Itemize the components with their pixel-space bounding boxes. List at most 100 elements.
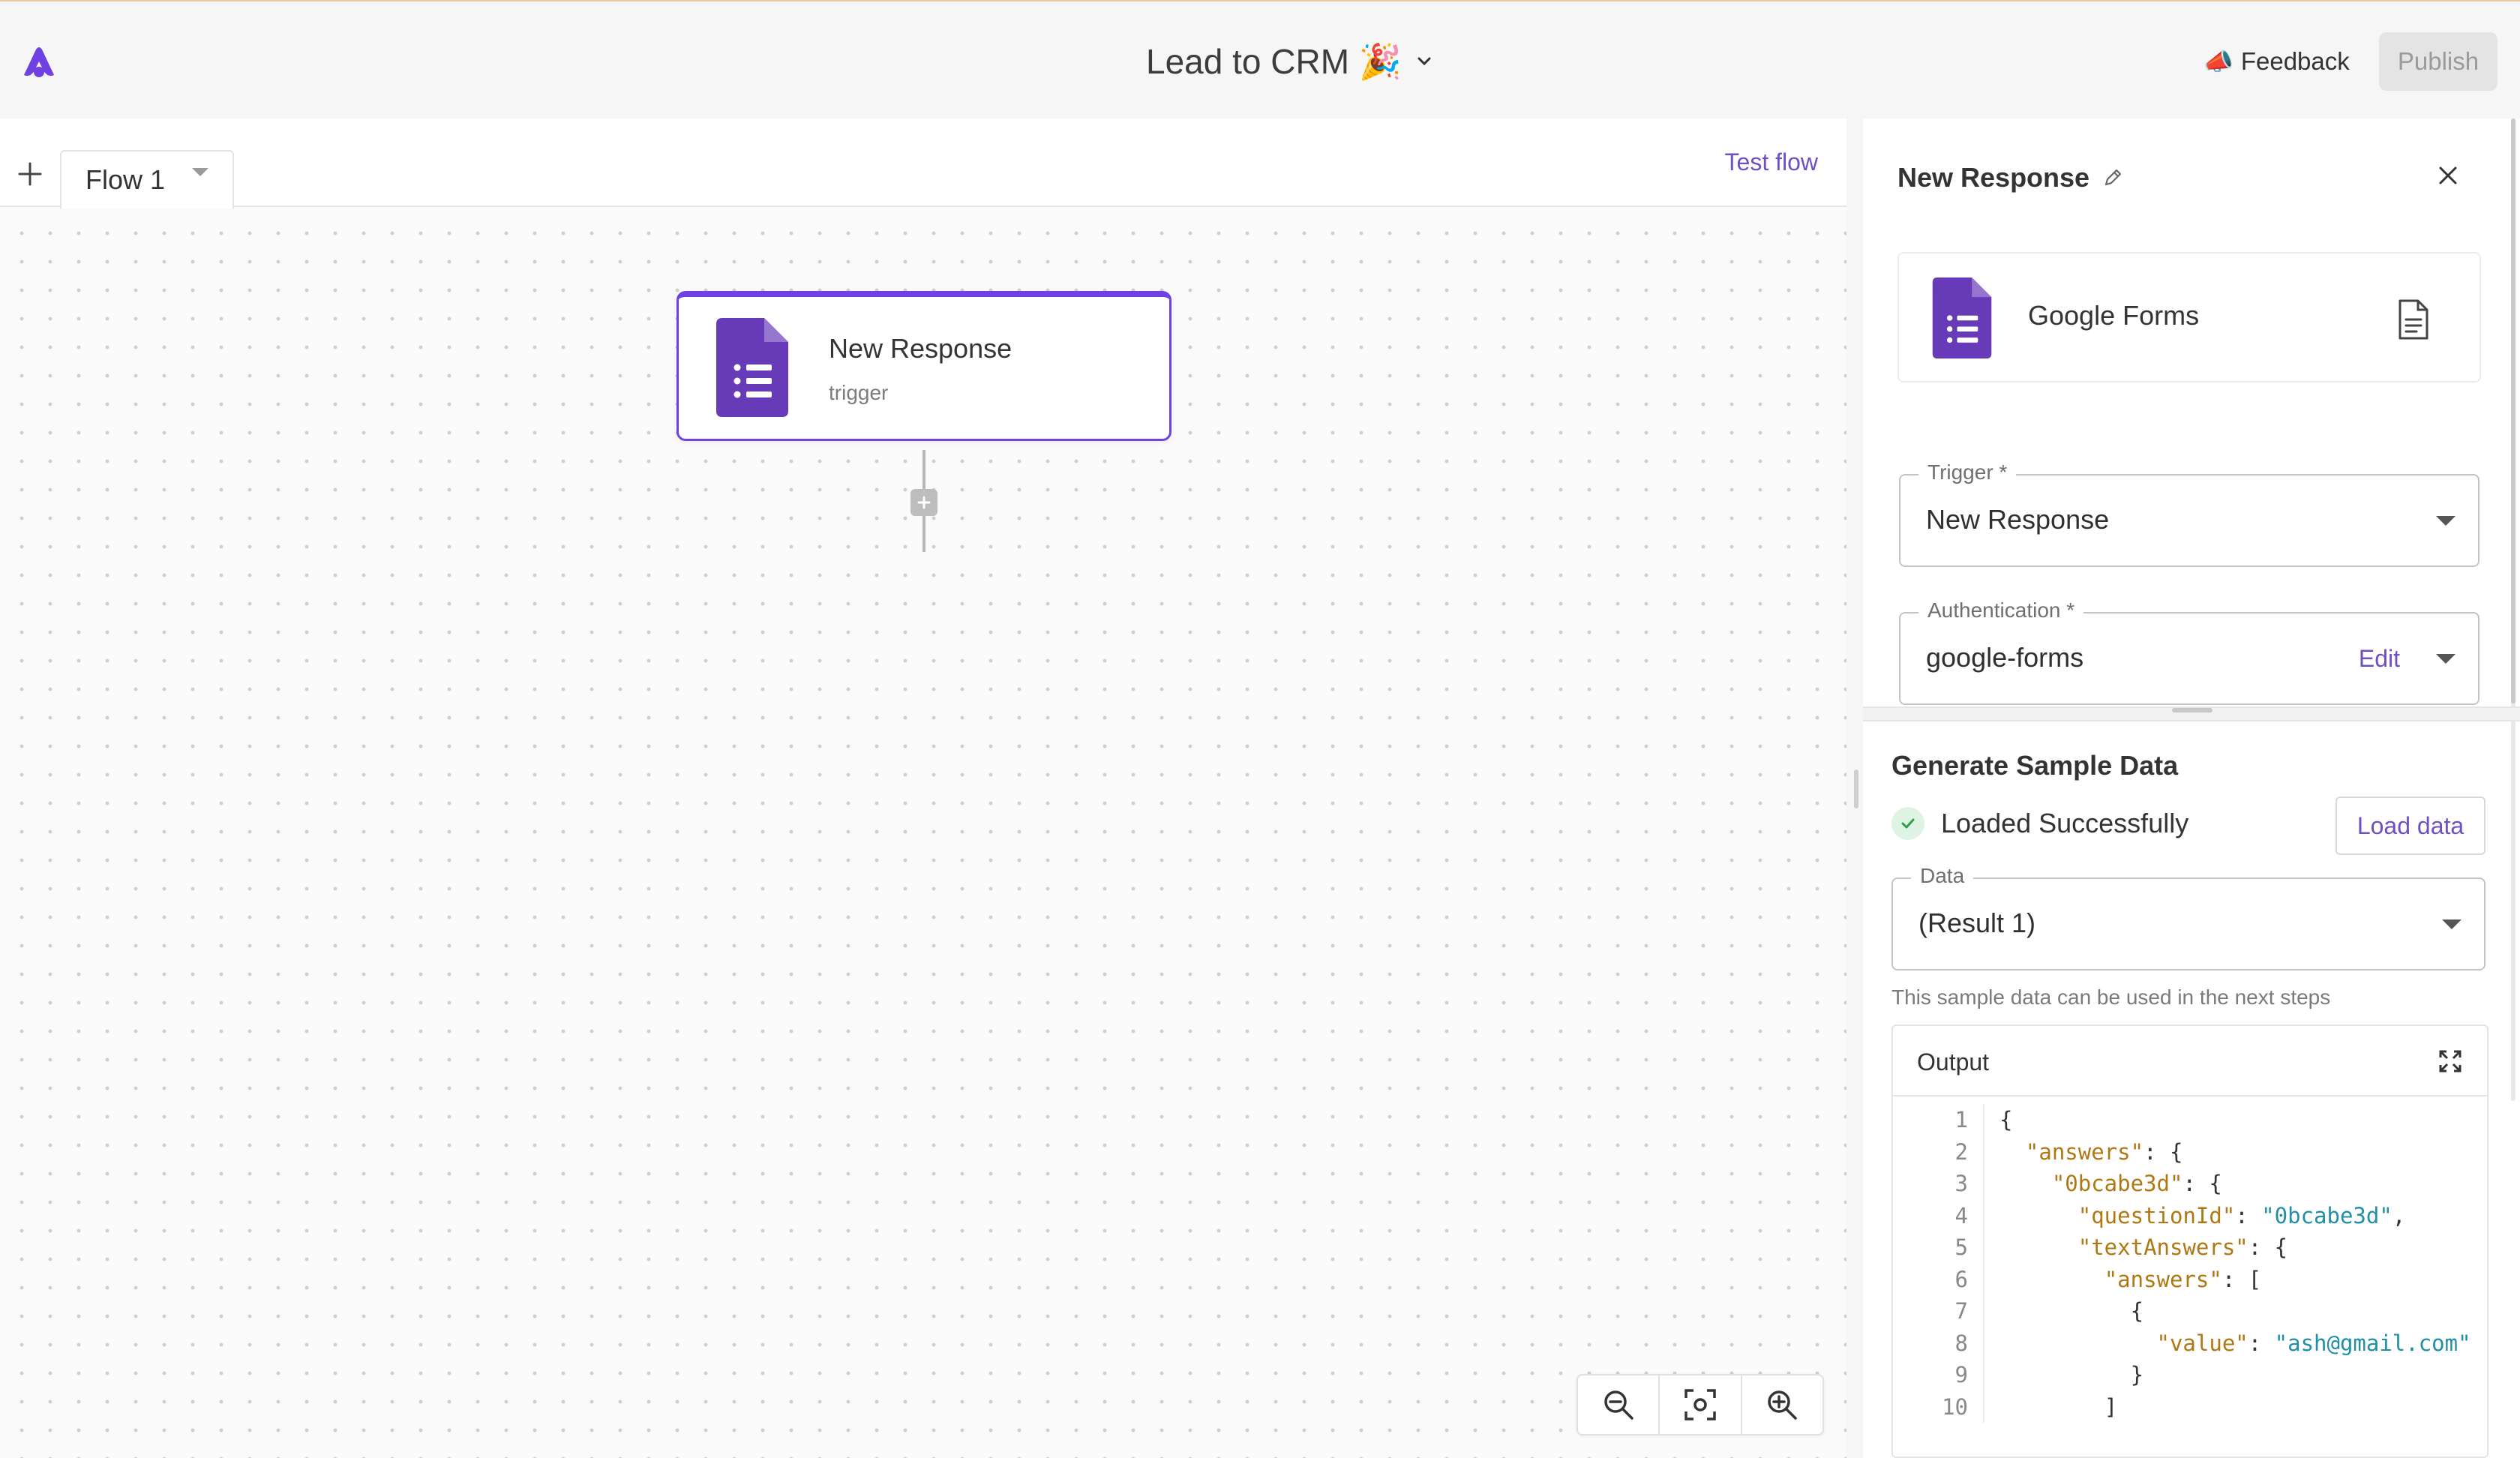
megaphone-icon: 📣 <box>2204 48 2234 75</box>
code-text: ] <box>2104 1394 2118 1420</box>
code-text: { <box>2130 1298 2144 1324</box>
add-step-button[interactable] <box>910 489 938 516</box>
zoom-out-icon <box>1604 1390 1634 1420</box>
line-number: 2 <box>1954 1138 1968 1165</box>
publish-button[interactable]: Publish <box>2379 32 2498 91</box>
code-line: 10 ] <box>1893 1390 2487 1423</box>
output-title: Output <box>1917 1048 1990 1076</box>
gutter-divider <box>1983 1168 1984 1200</box>
sample-data-hint: This sample data can be used in the next… <box>1892 986 2331 1009</box>
zoom-controls <box>1576 1374 1824 1436</box>
line-number: 10 <box>1942 1394 1968 1420</box>
app-logo-icon[interactable] <box>18 40 60 82</box>
sample-data-title: Generate Sample Data <box>1892 750 2179 781</box>
node-subtitle: trigger <box>829 381 889 404</box>
feedback-label: Feedback <box>2240 47 2350 75</box>
caret-down-icon <box>2442 920 2462 929</box>
feedback-button[interactable]: 📣 Feedback <box>2204 40 2350 82</box>
authentication-label: Authentication * <box>1918 598 2084 622</box>
step-title[interactable]: New Response <box>1898 162 2124 194</box>
flow-title-menu[interactable]: Lead to CRM 🎉 <box>1146 39 1435 84</box>
flow-tab-bar: Flow 1 Test flow <box>0 118 1846 208</box>
code-line: 8 "value": "ash@gmail.com" <box>1893 1327 2487 1359</box>
step-settings-panel: New Response Google Forms Trigger * New … <box>1863 118 2520 1458</box>
node-title: New Response <box>829 333 1012 364</box>
load-status-text: Loaded Successfully <box>1941 808 2189 838</box>
caret-down-icon[interactable] <box>192 167 209 176</box>
line-number: 8 <box>1954 1330 1968 1356</box>
trigger-value: New Response <box>1926 504 2110 535</box>
zoom-in-button[interactable] <box>1742 1376 1822 1434</box>
fit-view-button[interactable] <box>1660 1376 1742 1434</box>
line-number: 7 <box>1954 1298 1968 1324</box>
trigger-select[interactable]: Trigger * New Response <box>1899 460 2480 567</box>
zoom-out-button[interactable] <box>1578 1376 1660 1434</box>
pencil-icon[interactable] <box>2102 166 2124 189</box>
data-select[interactable]: Data (Result 1) <box>1892 864 2486 970</box>
fit-view-icon <box>1684 1389 1716 1420</box>
code-line: 1{ <box>1893 1104 2487 1136</box>
gutter-divider <box>1983 1359 1984 1391</box>
authentication-select[interactable]: Authentication * google-forms Edit <box>1899 598 2480 705</box>
code-line: 2 "answers": { <box>1893 1136 2487 1168</box>
data-value: (Result 1) <box>1918 908 2036 938</box>
code-line: 3 "0bcabe3d": { <box>1893 1168 2487 1200</box>
gutter-divider <box>1983 1232 1984 1264</box>
app-card: Google Forms <box>1898 252 2481 382</box>
documentation-icon[interactable] <box>2396 298 2432 340</box>
gutter-divider <box>1983 1390 1984 1423</box>
trigger-label: Trigger * <box>1918 460 2017 484</box>
line-number: 3 <box>1954 1171 1968 1197</box>
code-text: "answers": [ <box>2104 1266 2262 1292</box>
code-text: "questionId": "0bcabe3d", <box>2078 1202 2406 1228</box>
tab-label: Flow 1 <box>86 164 166 195</box>
gutter-divider <box>1983 1199 1984 1232</box>
plus-icon <box>917 496 931 509</box>
gutter-divider <box>1983 1263 1984 1295</box>
code-text: { <box>2000 1107 2013 1133</box>
gutter-divider <box>1983 1104 1984 1136</box>
google-forms-icon <box>716 318 788 417</box>
trigger-node[interactable]: New Response trigger <box>676 291 1172 441</box>
code-line: 7 { <box>1893 1295 2487 1328</box>
code-line: 9 } <box>1893 1359 2487 1391</box>
zoom-in-icon <box>1768 1390 1798 1420</box>
code-text: } <box>2130 1362 2144 1388</box>
output-header: Output <box>1893 1026 2487 1096</box>
expand-icon[interactable] <box>2438 1048 2463 1074</box>
divider-grip[interactable] <box>2172 708 2212 712</box>
top-bar: Lead to CRM 🎉 📣 Feedback Publish <box>0 0 2520 118</box>
code-line: 4 "questionId": "0bcabe3d", <box>1893 1199 2487 1232</box>
code-text: "answers": { <box>2025 1138 2183 1165</box>
edit-connection-button[interactable]: Edit <box>2359 645 2400 673</box>
caret-down-icon <box>2436 654 2456 664</box>
step-title-text: New Response <box>1898 162 2090 193</box>
add-flow-icon[interactable] <box>16 160 44 188</box>
app-name: Google Forms <box>2028 300 2200 331</box>
code-text: "textAnswers": { <box>2078 1234 2288 1261</box>
panel-scrollbar[interactable] <box>2511 118 2516 704</box>
authentication-value: google-forms <box>1926 642 2084 673</box>
caret-down-icon <box>2436 516 2456 526</box>
test-flow-button[interactable]: Test flow <box>1725 148 1818 176</box>
code-text: "value": "ash@gmail.com" <box>2156 1330 2471 1356</box>
chevron-down-icon <box>1418 57 1431 66</box>
output-viewer: Output 1{2 "answers": {3 "0bcabe3d": {4 … <box>1892 1024 2488 1458</box>
close-icon[interactable] <box>2433 160 2463 190</box>
json-code[interactable]: 1{2 "answers": {3 "0bcabe3d": {4 "questi… <box>1893 1104 2487 1423</box>
flow-canvas[interactable]: Flow 1 Test flow New Response trigger <box>0 118 1846 1458</box>
load-status: Loaded Successfully <box>1892 807 2188 840</box>
google-forms-icon <box>1932 278 1992 358</box>
flow-title: Lead to CRM 🎉 <box>1146 41 1402 81</box>
panel-resize-handle[interactable] <box>1854 770 1858 808</box>
data-label: Data <box>1911 864 1974 888</box>
code-text: "0bcabe3d": { <box>2051 1171 2222 1197</box>
gutter-divider <box>1983 1327 1984 1359</box>
line-number: 9 <box>1954 1362 1968 1388</box>
line-number: 6 <box>1954 1266 1968 1292</box>
check-icon <box>1892 807 1924 840</box>
load-data-button[interactable]: Load data <box>2336 796 2486 855</box>
tab-flow-1[interactable]: Flow 1 <box>60 150 234 208</box>
line-number: 4 <box>1954 1202 1968 1228</box>
line-number: 5 <box>1954 1234 1968 1261</box>
